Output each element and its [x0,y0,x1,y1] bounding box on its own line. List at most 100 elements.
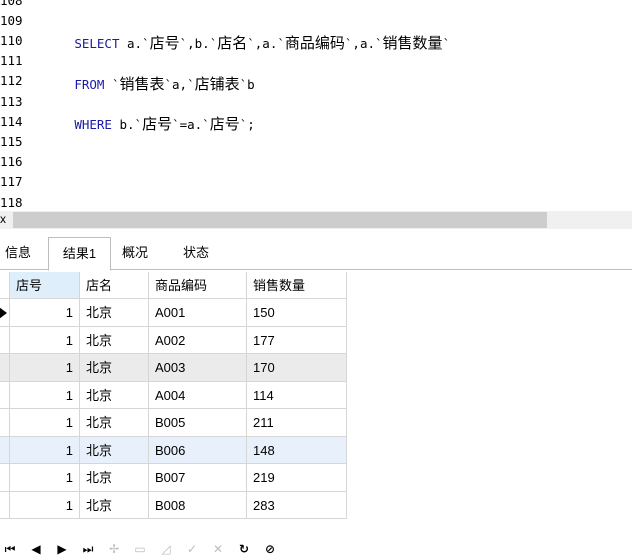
last-record-icon[interactable]: ⏭ [80,538,96,560]
row-indicator[interactable] [0,436,10,464]
sql-identifier: 店名 [217,34,248,52]
cell-store-name[interactable]: 北京 [80,491,149,519]
next-record-icon[interactable]: ▶ [54,538,70,560]
table-row[interactable]: 1 北京 B006 148 [0,436,347,464]
first-record-icon[interactable]: ⏮ [2,538,18,560]
record-navigation-toolbar: ⏮ ◀ ▶ ⏭ ✢ ▭ ◿ ✓ ✕ ↻ ⊘ [0,538,632,560]
tab-status[interactable]: 状态 [171,237,221,270]
column-header-product-code[interactable]: 商品编码 [149,272,247,299]
cell-store-no[interactable]: 1 [10,326,80,354]
cell-product-code[interactable]: B005 [149,409,247,437]
cell-store-no[interactable]: 1 [10,381,80,409]
cell-sales-qty[interactable]: 177 [247,326,347,354]
row-indicator[interactable] [0,409,10,437]
result-tabs: 信息 结果1 概况 状态 [0,237,632,271]
cell-product-code[interactable]: B008 [149,491,247,519]
sql-identifier: 销售数量 [382,34,443,52]
cell-product-code[interactable]: B006 [149,436,247,464]
column-header-store-name[interactable]: 店名 [80,272,149,299]
cell-store-no[interactable]: 1 [10,436,80,464]
cell-store-name[interactable]: 北京 [80,464,149,492]
grid-header: 店号 店名 商品编码 销售数量 [0,272,347,299]
cell-product-code[interactable]: A004 [149,381,247,409]
sql-text: a.` [119,36,150,51]
cell-store-name[interactable]: 北京 [80,354,149,382]
cell-product-code[interactable]: A002 [149,326,247,354]
sql-editor[interactable]: 108 109 110 111 112 113 114 115 116 117 … [0,0,632,210]
sql-text: `; [239,117,255,132]
column-header-sales-qty[interactable]: 销售数量 [247,272,347,299]
scroll-left-mark: x [0,212,6,226]
column-header-store-no[interactable]: 店号 [10,272,80,299]
sql-text: `,a.` [247,36,285,51]
horizontal-scrollbar[interactable]: x [0,211,632,229]
sql-text: ` [442,36,451,51]
cell-sales-qty[interactable]: 150 [247,299,347,327]
cell-sales-qty[interactable]: 219 [247,464,347,492]
line-number: 110 [0,33,23,48]
table-row[interactable]: 1 北京 B005 211 [0,409,347,437]
cell-store-name[interactable]: 北京 [80,436,149,464]
row-indicator[interactable] [0,491,10,519]
sql-identifier: 店号 [142,115,173,133]
cell-sales-qty[interactable]: 170 [247,354,347,382]
refresh-icon[interactable]: ↻ [236,538,252,560]
cell-store-name[interactable]: 北京 [80,409,149,437]
line-number: 113 [0,94,23,109]
scrollbar-thumb[interactable] [13,212,547,228]
cell-sales-qty[interactable]: 148 [247,436,347,464]
tab-info[interactable]: 信息 [0,237,36,270]
row-indicator[interactable] [0,299,10,327]
sql-identifier: 店号 [209,115,240,133]
sql-line-from[interactable]: FROM `销售表`a,`店铺表`b [43,51,254,93]
table-row[interactable]: 1 北京 B008 283 [0,491,347,519]
row-indicator-header [0,272,10,299]
tab-profile[interactable]: 概况 [113,237,157,270]
sql-text: b.` [111,117,143,132]
line-number: 118 [0,195,23,210]
stop-icon[interactable]: ⊘ [262,538,278,560]
apply-icon[interactable]: ◿ [158,538,174,560]
cell-sales-qty[interactable]: 211 [247,409,347,437]
sql-text: `,b.` [179,36,218,51]
row-indicator[interactable] [0,354,10,382]
confirm-icon[interactable]: ✓ [184,538,200,560]
cell-sales-qty[interactable]: 114 [247,381,347,409]
cell-product-code[interactable]: B007 [149,464,247,492]
table-row[interactable]: 1 北京 A004 114 [0,381,347,409]
line-number: 108 [0,0,23,8]
cell-product-code[interactable]: A001 [149,299,247,327]
tab-result-1[interactable]: 结果1 [48,237,111,271]
line-number: 112 [0,73,23,88]
cell-store-name[interactable]: 北京 [80,299,149,327]
cell-store-no[interactable]: 1 [10,464,80,492]
line-number: 109 [0,13,23,28]
sql-text: `b [239,77,255,92]
line-number: 114 [0,114,23,129]
cell-store-no[interactable]: 1 [10,354,80,382]
current-row-arrow-icon [0,307,7,319]
table-row[interactable]: 1 北京 A002 177 [0,326,347,354]
row-indicator[interactable] [0,464,10,492]
cell-product-code[interactable]: A003 [149,354,247,382]
previous-record-icon[interactable]: ◀ [28,538,44,560]
cell-store-no[interactable]: 1 [10,491,80,519]
row-indicator[interactable] [0,326,10,354]
cell-store-no[interactable]: 1 [10,299,80,327]
sql-line-where[interactable]: WHERE b.`店号`=a.`店号`; [43,91,254,133]
sql-line-select[interactable]: SELECT a.`店号`,b.`店名`,a.`商品编码`,a.`销售数量` [43,10,450,52]
sql-keyword: WHERE [74,117,112,132]
sql-keyword: SELECT [74,36,120,51]
cell-store-no[interactable]: 1 [10,409,80,437]
row-indicator[interactable] [0,381,10,409]
delete-record-icon[interactable]: ▭ [132,538,148,560]
add-record-icon[interactable]: ✢ [106,538,122,560]
cell-sales-qty[interactable]: 283 [247,491,347,519]
table-row[interactable]: 1 北京 A001 150 [0,299,347,327]
discard-icon[interactable]: ✕ [210,538,226,560]
line-number: 116 [0,154,23,169]
table-row[interactable]: 1 北京 B007 219 [0,464,347,492]
table-row[interactable]: 1 北京 A003 170 [0,354,347,382]
cell-store-name[interactable]: 北京 [80,381,149,409]
cell-store-name[interactable]: 北京 [80,326,149,354]
